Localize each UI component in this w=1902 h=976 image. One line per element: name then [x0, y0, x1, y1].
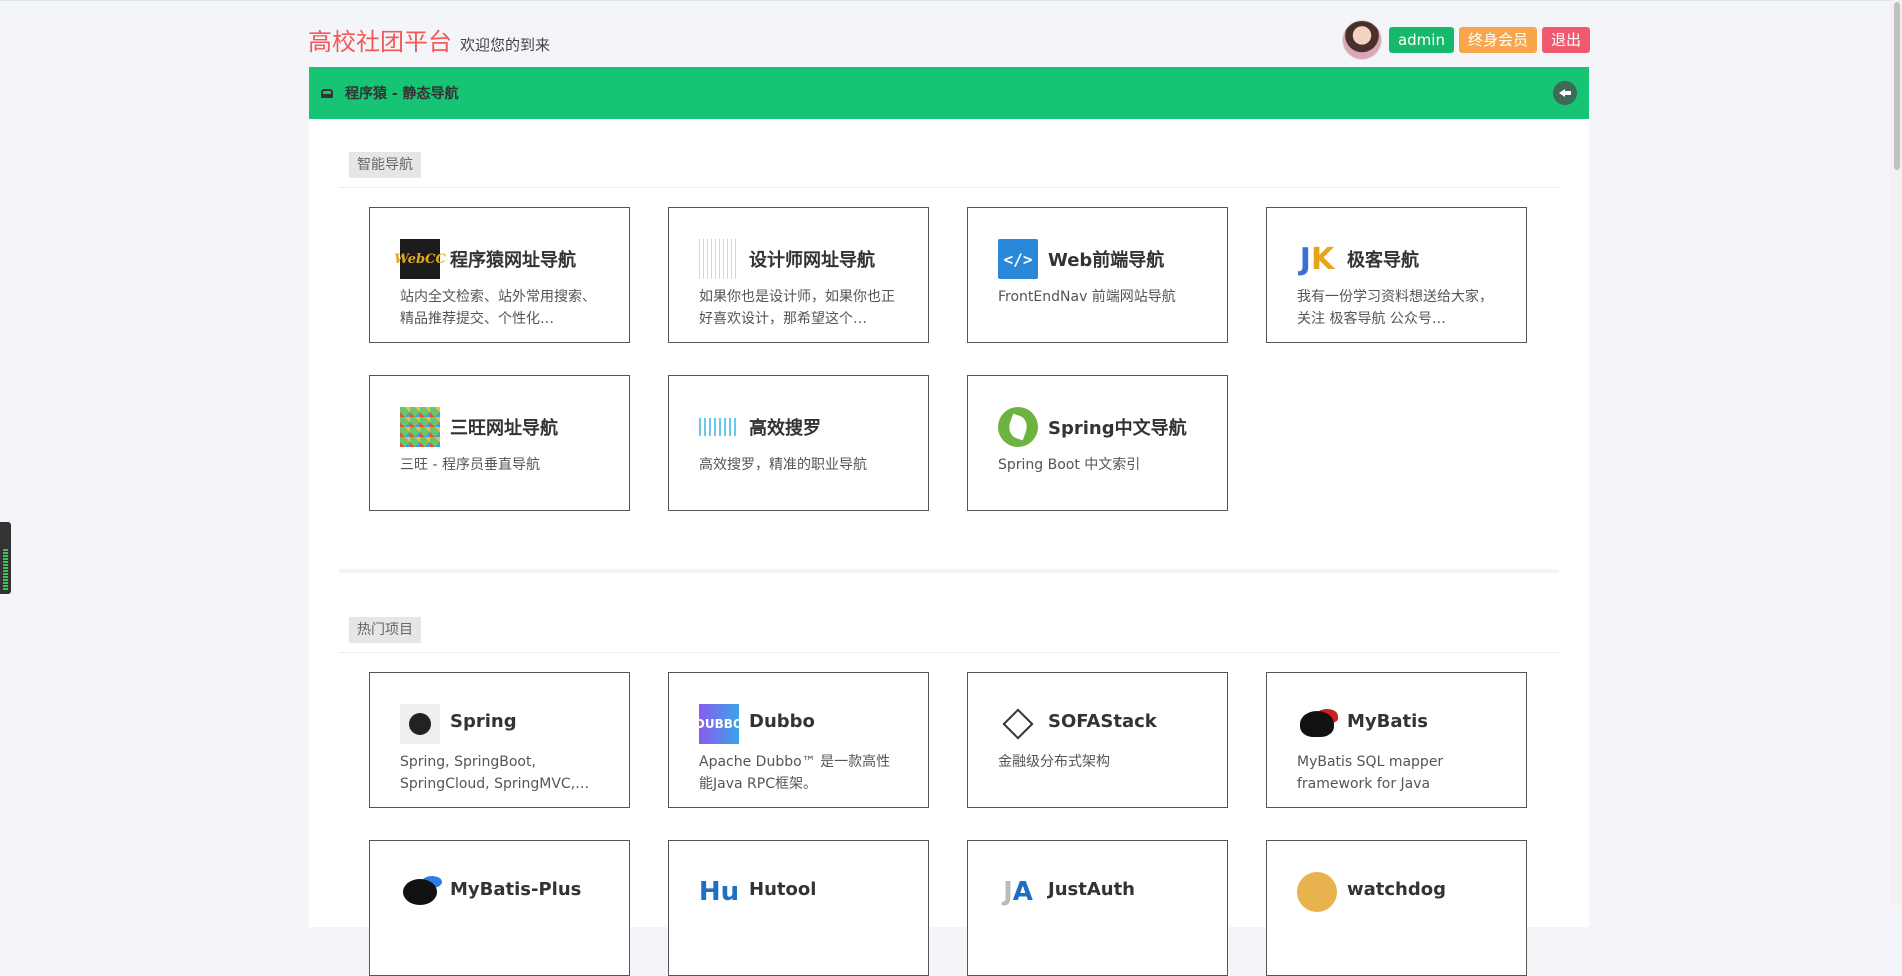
- card-title: Web前端导航: [1048, 250, 1165, 271]
- nav-card[interactable]: JK 极客导航 我有一份学习资料想送给大家，关注 极客导航 公众号…: [1266, 207, 1527, 343]
- card-description: 三旺 - 程序员垂直导航: [400, 457, 540, 473]
- card-title: SOFAStack: [1048, 711, 1157, 732]
- spring-leaf-icon: [998, 407, 1038, 447]
- card-description: MyBatis SQL mapper framework for Java: [1297, 754, 1444, 792]
- card-title: Hutool: [749, 879, 817, 900]
- section-divider: [339, 652, 1559, 653]
- card-title: Spring: [450, 711, 517, 732]
- card-description: Apache Dubbo™ 是一款高性能Java RPC框架。: [699, 754, 891, 792]
- nav-card[interactable]: 设计师网址导航 如果你也是设计师，如果你也正好喜欢设计，那希望这个…: [668, 207, 929, 343]
- mybatis-plus-icon: [400, 872, 440, 912]
- card-title: 设计师网址导航: [749, 250, 875, 271]
- webcc-logo-icon: WebCC: [394, 239, 446, 279]
- welcome-text: 欢迎您的到来: [460, 36, 551, 54]
- card-description: 如果你也是设计师，如果你也正好喜欢设计，那希望这个…: [699, 289, 895, 327]
- card-title: MyBatis: [1347, 711, 1428, 732]
- top-border: [0, 0, 1902, 1]
- spring-logo-icon: [400, 704, 440, 744]
- card-title: 高效搜罗: [749, 418, 821, 439]
- card-title: 程序猿网址导航: [450, 250, 576, 271]
- project-card[interactable]: MyBatis MyBatis SQL mapper framework for…: [1266, 672, 1527, 808]
- nav-title: 程序猿 - 静态导航: [345, 86, 459, 102]
- section-divider: [339, 187, 1559, 188]
- justauth-logo-icon: JA: [998, 872, 1038, 912]
- section-label-smart-nav: 智能导航: [349, 152, 421, 178]
- back-arrow-icon[interactable]: [1553, 81, 1577, 105]
- designer-logo-icon: [699, 239, 739, 279]
- dubbo-logo-icon: DUBBO: [695, 704, 743, 744]
- car-icon: [321, 88, 333, 98]
- hutool-logo-icon: Hu: [698, 877, 740, 907]
- project-card[interactable]: Hu Hutool: [668, 840, 929, 976]
- page-scrollbar[interactable]: [1890, 0, 1902, 905]
- card-title: Spring中文导航: [1048, 418, 1187, 439]
- nav-bar: 程序猿 - 静态导航: [309, 67, 1589, 119]
- section-separator: [339, 569, 1559, 573]
- nav-card[interactable]: 三旺网址导航 三旺 - 程序员垂直导航: [369, 375, 630, 511]
- card-description: 金融级分布式架构: [998, 754, 1110, 770]
- main-panel: 程序猿 - 静态导航 智能导航 WebCC 程序猿网址导航 站内全文检索、站外常…: [309, 67, 1589, 976]
- card-title: MyBatis-Plus: [450, 879, 582, 900]
- sanwang-logo-icon: [400, 407, 440, 447]
- card-description: Spring Boot 中文索引: [998, 457, 1141, 473]
- logout-button[interactable]: 退出: [1541, 27, 1590, 53]
- project-card[interactable]: SOFAStack 金融级分布式架构: [967, 672, 1228, 808]
- jk-logo-j: J: [1299, 241, 1311, 277]
- project-card[interactable]: JA JustAuth: [967, 840, 1228, 976]
- justauth-logo-a: A: [1012, 877, 1033, 907]
- project-card[interactable]: Spring Spring, SpringBoot, SpringCloud, …: [369, 672, 630, 808]
- username-badge[interactable]: admin: [1388, 27, 1454, 53]
- nav-card[interactable]: Spring中文导航 Spring Boot 中文索引: [967, 375, 1228, 511]
- site-title[interactable]: 高校社团平台: [308, 22, 452, 57]
- card-title: watchdog: [1347, 879, 1446, 900]
- card-description: 我有一份学习资料想送给大家，关注 极客导航 公众号…: [1297, 289, 1493, 327]
- side-progress-widget[interactable]: [0, 522, 11, 594]
- membership-badge[interactable]: 终身会员: [1458, 27, 1537, 53]
- user-avatar[interactable]: [1341, 20, 1382, 60]
- watchdog-logo-icon: [1297, 872, 1337, 912]
- nav-card[interactable]: </> Web前端导航 FrontEndNav 前端网站导航: [967, 207, 1228, 343]
- card-description: Spring, SpringBoot, SpringCloud, SpringM…: [400, 754, 590, 792]
- project-card[interactable]: watchdog: [1266, 840, 1527, 976]
- gaoxiao-logo-icon: [699, 418, 739, 436]
- card-title: JustAuth: [1048, 879, 1135, 900]
- project-card[interactable]: DUBBO Dubbo Apache Dubbo™ 是一款高性能Java RPC…: [668, 672, 929, 808]
- code-brackets-icon: </>: [998, 239, 1038, 279]
- jk-logo-icon: JK: [1297, 239, 1337, 279]
- card-title: 极客导航: [1347, 250, 1419, 271]
- scrollbar-thumb[interactable]: [1894, 2, 1900, 170]
- card-description: 高效搜罗，精准的职业导航: [699, 457, 867, 473]
- nav-card[interactable]: 高效搜罗 高效搜罗，精准的职业导航: [668, 375, 929, 511]
- user-bar: admin 终身会员 退出: [1341, 20, 1590, 60]
- card-title: Dubbo: [749, 711, 815, 732]
- section-label-hot-projects: 热门项目: [349, 617, 421, 643]
- card-description: FrontEndNav 前端网站导航: [998, 289, 1176, 305]
- justauth-logo-j: J: [1003, 877, 1013, 907]
- nav-card[interactable]: WebCC 程序猿网址导航 站内全文检索、站外常用搜索、精品推荐提交、个性化…: [369, 207, 630, 343]
- mybatis-bird-icon: [1297, 704, 1337, 744]
- card-title: 三旺网址导航: [450, 418, 558, 439]
- jk-logo-k: K: [1310, 241, 1335, 277]
- site-brand: 高校社团平台 欢迎您的到来: [308, 22, 550, 57]
- sofastack-logo-icon: [998, 704, 1038, 744]
- card-description: 站内全文检索、站外常用搜索、精品推荐提交、个性化…: [400, 289, 596, 327]
- project-card[interactable]: MyBatis-Plus: [369, 840, 630, 976]
